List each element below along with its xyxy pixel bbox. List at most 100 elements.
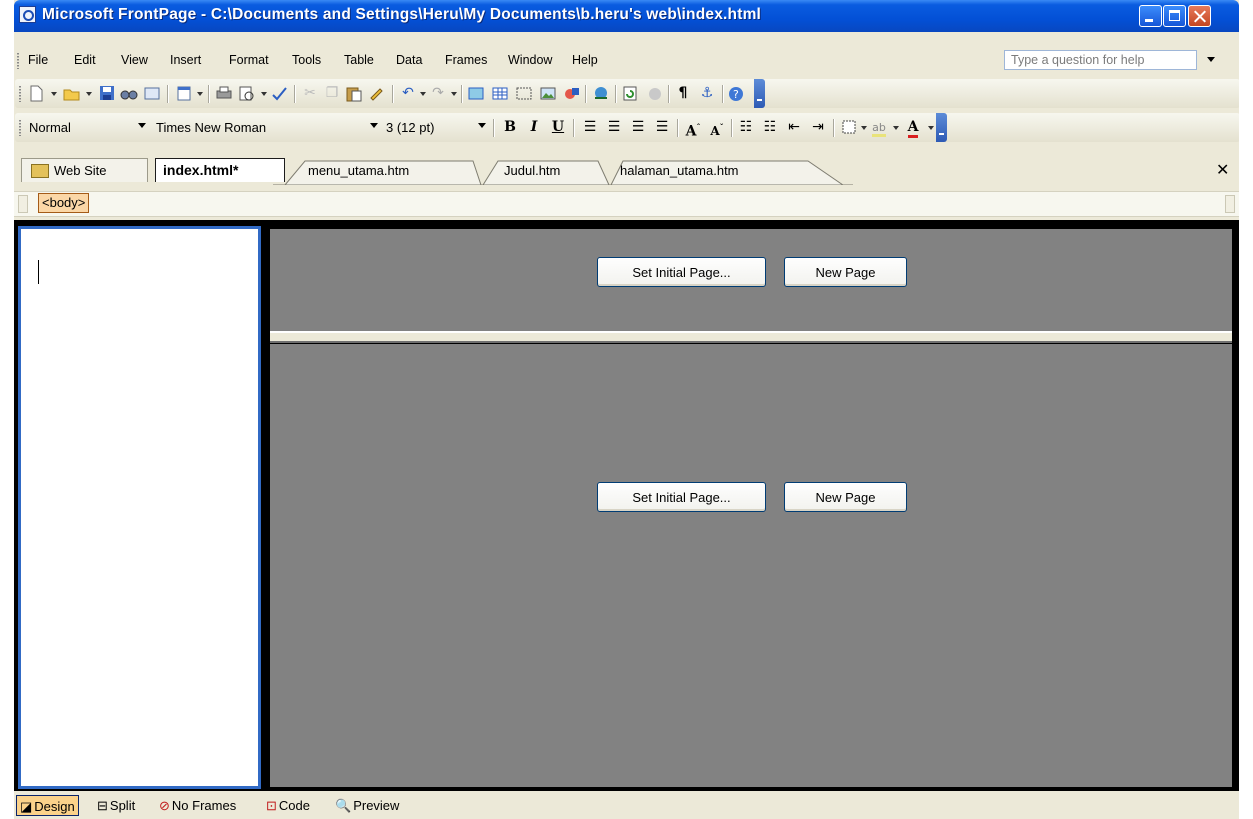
help-icon[interactable]: ? [727, 85, 745, 102]
insert-table-icon[interactable] [491, 85, 509, 102]
show-all-icon[interactable]: ¶ [674, 85, 692, 102]
view-split-button[interactable]: ⊟ Split [94, 795, 138, 816]
increase-indent-icon[interactable]: ⇥ [809, 119, 827, 136]
publish-icon[interactable] [143, 85, 161, 102]
set-initial-page-button-bottom[interactable]: Set Initial Page... [597, 482, 766, 512]
close-document-icon[interactable]: ✕ [1216, 160, 1229, 179]
menu-edit[interactable]: Edit [74, 53, 96, 67]
menu-window[interactable]: Window [508, 53, 552, 67]
top-frame[interactable]: Set Initial Page... New Page [270, 229, 1232, 331]
new-page-button-top[interactable]: New Page [784, 257, 907, 287]
numbering-icon[interactable]: ☷ [737, 119, 755, 136]
borders-dropdown-arrow[interactable] [861, 126, 867, 130]
font-select[interactable]: Times New Roman [152, 117, 381, 138]
open-folder-icon[interactable] [63, 85, 81, 102]
tab-index-html[interactable]: index.html* [155, 158, 285, 182]
web-component-icon[interactable] [467, 85, 485, 102]
redo-icon[interactable]: ↷ [429, 85, 447, 102]
highlight-dropdown-arrow[interactable] [893, 126, 899, 130]
font-size-select[interactable]: 3 (12 pt) [382, 117, 477, 138]
menubar-grip[interactable] [17, 53, 19, 69]
justify-icon[interactable]: ☰ [653, 119, 671, 136]
minimize-button[interactable] [1139, 5, 1162, 27]
menu-data[interactable]: Data [396, 53, 422, 67]
menu-file[interactable]: File [28, 53, 48, 67]
new-dropdown-arrow[interactable] [51, 92, 57, 96]
align-center-icon[interactable]: ☰ [605, 119, 623, 136]
tab-web-site[interactable]: Web Site [21, 158, 148, 182]
preview-dropdown-arrow[interactable] [261, 92, 267, 96]
menu-view[interactable]: View [121, 53, 148, 67]
frame-splitter[interactable] [270, 331, 1232, 343]
view-dropdown-arrow[interactable] [197, 92, 203, 96]
stop-icon[interactable] [646, 85, 664, 102]
underline-icon[interactable]: U [549, 119, 567, 136]
borders-icon[interactable] [840, 119, 858, 136]
drawing-icon[interactable] [563, 85, 581, 102]
decrease-font-size-icon[interactable]: Aˇ [708, 119, 726, 138]
set-initial-page-button-top[interactable]: Set Initial Page... [597, 257, 766, 287]
copy-icon[interactable]: ❐ [323, 85, 341, 102]
format-painter-icon[interactable] [367, 85, 385, 102]
view-preview-button[interactable]: 🔍 Preview [332, 795, 402, 816]
task-pane-icon[interactable] [175, 85, 193, 102]
bookmark-anchor-icon[interactable]: ⚓ [698, 85, 716, 102]
decrease-indent-icon[interactable]: ⇤ [785, 119, 803, 136]
font-size-dropdown-button[interactable] [474, 116, 489, 133]
font-color-dropdown-arrow[interactable] [928, 126, 934, 130]
frontpage-app-icon[interactable] [19, 6, 36, 23]
highlight-icon[interactable]: ab [870, 119, 888, 137]
view-design-button[interactable]: ◪ Design [16, 795, 79, 816]
tab-halaman-utama[interactable]: halaman_utama.htm [620, 158, 739, 182]
menu-help[interactable]: Help [572, 53, 598, 67]
close-button[interactable] [1188, 5, 1211, 27]
view-code-button[interactable]: ⊡ Code [263, 795, 313, 816]
menu-tools[interactable]: Tools [292, 53, 321, 67]
toolbar-options-chevron[interactable] [754, 79, 765, 108]
new-page-icon[interactable] [27, 85, 45, 102]
new-page-button-bottom[interactable]: New Page [784, 482, 907, 512]
insert-picture-icon[interactable] [539, 85, 557, 102]
tab-judul[interactable]: Judul.htm [504, 158, 560, 182]
hyperlink-icon[interactable] [592, 85, 610, 102]
view-no-frames-button[interactable]: ⊘ No Frames [156, 795, 239, 816]
quick-tag-body[interactable]: <body> [38, 193, 90, 213]
formatting-options-chevron[interactable] [936, 113, 947, 142]
spelling-icon[interactable] [270, 85, 288, 102]
font-color-icon[interactable]: A [904, 119, 922, 138]
open-dropdown-arrow[interactable] [86, 92, 92, 96]
title-bar[interactable]: Microsoft FrontPage - C:\Documents and S… [14, 0, 1239, 32]
print-icon[interactable] [215, 85, 233, 102]
bold-icon[interactable]: B [501, 119, 519, 136]
help-search-input[interactable]: Type a question for help [1004, 50, 1197, 70]
tag-scroll-left-arrow[interactable] [18, 195, 28, 213]
align-right-icon[interactable]: ☰ [629, 119, 647, 136]
left-frame[interactable] [18, 226, 261, 789]
insert-layer-icon[interactable] [515, 85, 533, 102]
menu-frames[interactable]: Frames [445, 53, 487, 67]
paste-icon[interactable] [345, 85, 363, 102]
style-select[interactable]: Normal [25, 117, 149, 138]
undo-dropdown-arrow[interactable] [420, 92, 426, 96]
print-preview-icon[interactable] [238, 85, 256, 102]
style-dropdown-button[interactable] [134, 116, 149, 133]
undo-icon[interactable]: ↶ [399, 85, 417, 102]
search-icon[interactable] [120, 85, 138, 102]
toolbar-grip[interactable] [19, 86, 21, 102]
cut-icon[interactable]: ✂ [301, 85, 319, 102]
maximize-button[interactable] [1163, 5, 1186, 27]
menu-format[interactable]: Format [229, 53, 269, 67]
toolbar-grip[interactable] [19, 120, 21, 136]
italic-icon[interactable]: I [525, 119, 543, 136]
tab-menu-utama[interactable]: menu_utama.htm [308, 158, 409, 182]
bullets-icon[interactable]: ☷ [761, 119, 779, 136]
align-left-icon[interactable]: ☰ [581, 119, 599, 136]
redo-dropdown-arrow[interactable] [451, 92, 457, 96]
refresh-icon[interactable] [621, 85, 639, 102]
font-dropdown-button[interactable] [366, 116, 381, 133]
menu-table[interactable]: Table [344, 53, 374, 67]
help-dropdown-arrow[interactable] [1207, 57, 1215, 62]
tag-scroll-right-arrow[interactable] [1225, 195, 1235, 213]
increase-font-size-icon[interactable]: Aˆ [684, 119, 702, 140]
save-icon[interactable] [98, 85, 116, 102]
